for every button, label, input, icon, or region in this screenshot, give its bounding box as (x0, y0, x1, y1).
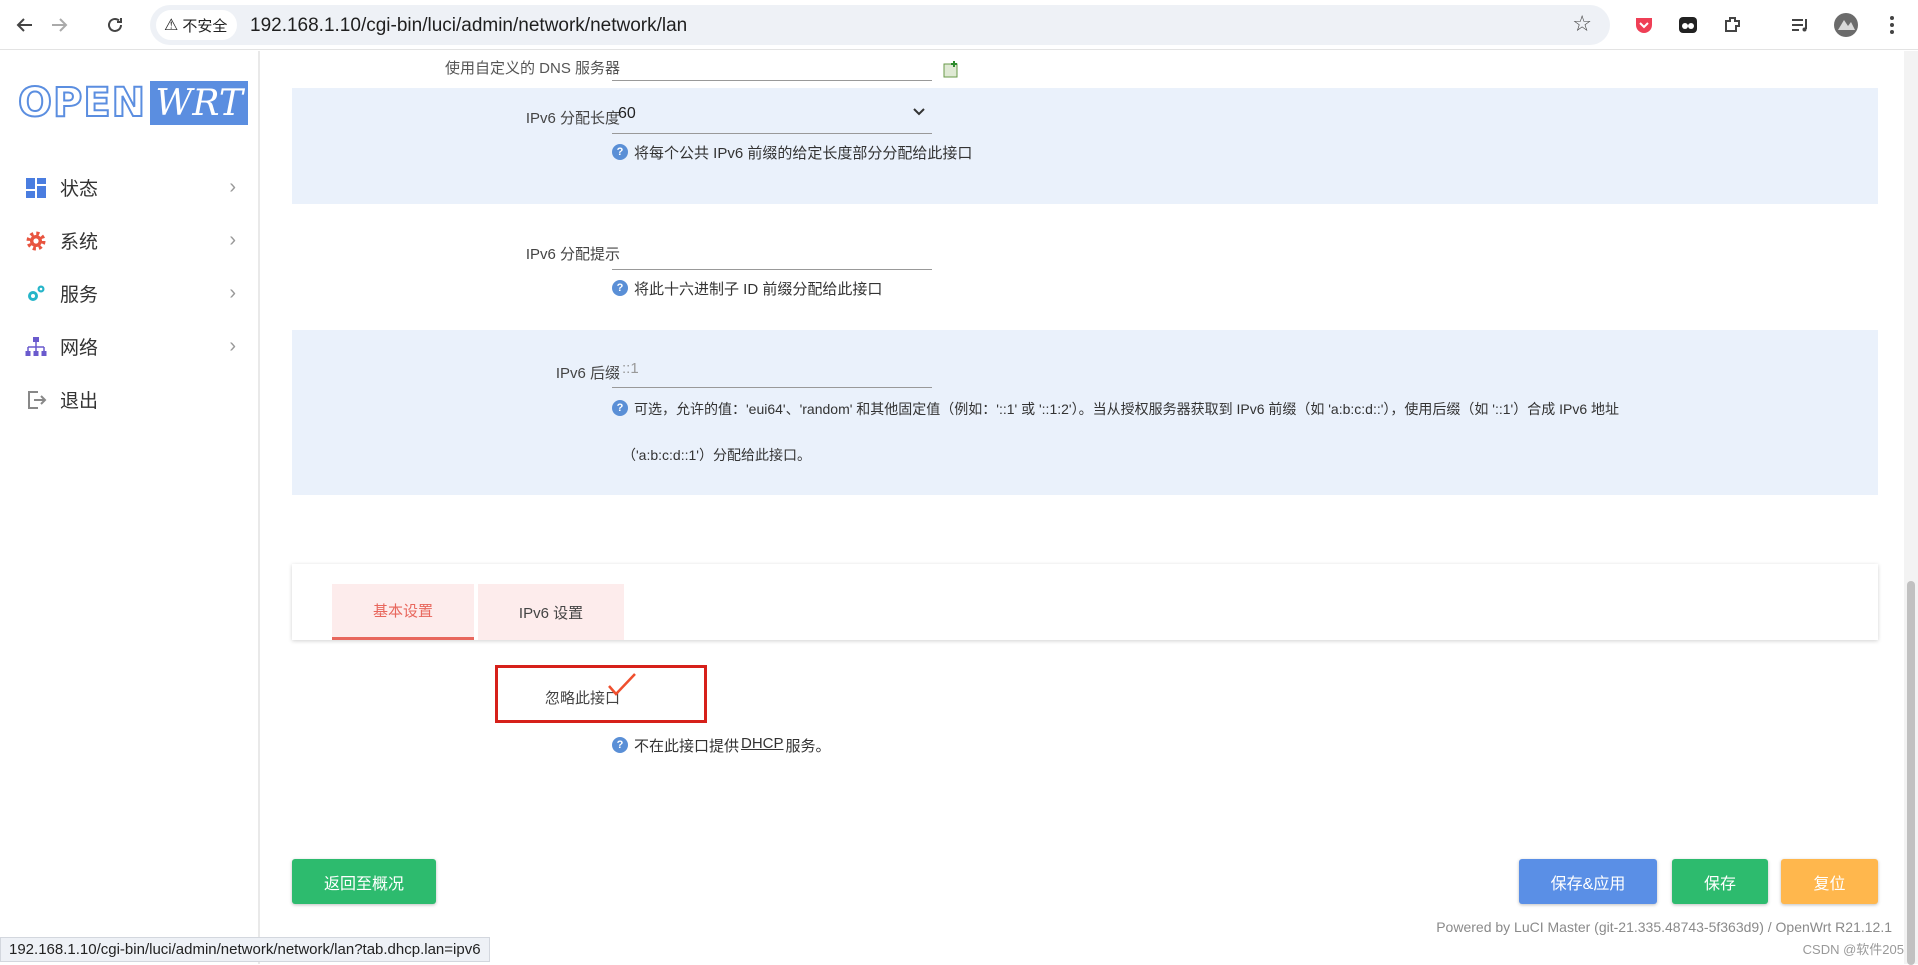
sidebar-item-status[interactable]: 状态 › (0, 161, 258, 214)
hint-prefix: 不在此接口提供 (634, 738, 740, 755)
ipv6-assign-hint-hint: ? 将此十六进制子 ID 前缀分配给此接口 (612, 278, 882, 299)
help-icon: ? (612, 144, 628, 160)
openwrt-logo[interactable]: OPEN WRT (17, 80, 249, 126)
chevron-right-icon: › (229, 176, 236, 198)
dhcp-tabs: 基本设置 IPv6 设置 (292, 564, 1878, 640)
ipv6-assign-length-row: IPv6 分配长度 60 ? 将每个公共 IPv6 前缀的给定长度部分分配给此接… (292, 88, 1878, 204)
logo-open-text: OPEN (17, 80, 147, 126)
ipv6-assign-length-hint: ? 将每个公共 IPv6 前缀的给定长度部分分配给此接口 (612, 142, 972, 163)
reset-button[interactable]: 复位 (1781, 859, 1878, 904)
add-entry-icon[interactable] (942, 61, 960, 84)
security-label: 不安全 (182, 17, 228, 35)
dns-input[interactable] (612, 49, 932, 81)
network-icon (24, 335, 48, 359)
ignore-interface-hint: ? 不在此接口提供 DHCP 服务。 (612, 735, 831, 756)
scrollbar-thumb[interactable] (1907, 581, 1915, 965)
services-gears-icon (24, 282, 48, 306)
ipv6-suffix-label: IPv6 后缀 (555, 365, 620, 382)
gear-icon (24, 229, 48, 253)
hint-text: 将每个公共 IPv6 前缀的给定长度部分分配给此接口 (634, 145, 973, 162)
security-chip[interactable]: ⚠ 不安全 (156, 10, 238, 40)
footer-powered-by: Powered by LuCI Master (git-21.335.48743… (1436, 919, 1892, 935)
sidebar-item-label: 系统 (60, 232, 99, 253)
ipv6-assign-length-select[interactable]: 60 (612, 94, 932, 134)
save-button[interactable]: 保存 (1672, 859, 1768, 904)
ipv6-assign-hint-input[interactable] (612, 230, 932, 270)
ipv6-assign-hint-row: IPv6 分配提示 ? 将此十六进制子 ID 前缀分配给此接口 (292, 204, 1878, 322)
dns-row: 使用自定义的 DNS 服务器 (292, 11, 1878, 83)
dashboard-icon (24, 176, 48, 200)
page-scrollbar[interactable] (1904, 51, 1918, 965)
link-status-url: 192.168.1.10/cgi-bin/luci/admin/network/… (0, 937, 490, 962)
csdn-watermark: CSDN @软件205 (1802, 942, 1904, 957)
tab-basic-settings[interactable]: 基本设置 (332, 584, 474, 640)
help-icon: ? (612, 400, 628, 416)
logout-icon (24, 388, 48, 412)
highlight-annotation-box (495, 665, 707, 723)
tab-ipv6-settings[interactable]: IPv6 设置 (478, 584, 624, 640)
sidebar: OPEN WRT 状态 › 系统 › 服务 › 网络 › 退出 (0, 51, 260, 964)
help-icon: ? (612, 737, 628, 753)
hint-text: 将此十六进制子 ID 前缀分配给此接口 (634, 281, 883, 298)
dns-label: 使用自定义的 DNS 服务器 (444, 60, 620, 77)
sidebar-item-logout[interactable]: 退出 (0, 373, 258, 426)
sidebar-item-system[interactable]: 系统 › (0, 214, 258, 267)
ipv6-assign-length-label: IPv6 分配长度 (525, 110, 620, 127)
logo-wrt-text: WRT (150, 81, 249, 125)
hint-suffix: 服务。 (785, 738, 831, 755)
ipv6-assign-hint-label: IPv6 分配提示 (525, 246, 620, 263)
ipv6-suffix-input[interactable]: ::1 (612, 348, 932, 388)
sidebar-item-network[interactable]: 网络 › (0, 320, 258, 373)
chevron-right-icon: › (229, 229, 236, 251)
sidebar-item-label: 网络 (60, 338, 99, 359)
chevron-right-icon: › (229, 335, 236, 357)
ipv6-suffix-hint: ? 可选，允许的值：'eui64'、'random' 和其他固定值（例如：'::… (612, 398, 1862, 466)
hint-text-continued: （'a:b:c:d::1'）分配给此接口。 (622, 447, 811, 463)
chevron-right-icon: › (229, 282, 236, 304)
select-value: 60 (618, 105, 636, 122)
reload-icon[interactable] (98, 8, 132, 42)
sidebar-item-label: 状态 (60, 179, 99, 200)
forward-arrow-icon[interactable] (42, 8, 76, 42)
back-arrow-icon[interactable] (8, 8, 42, 42)
chevron-down-icon (912, 105, 926, 133)
back-to-overview-button[interactable]: 返回至概况 (292, 859, 436, 904)
more-menu-icon[interactable] (1876, 9, 1908, 41)
sidebar-item-services[interactable]: 服务 › (0, 267, 258, 320)
ipv6-suffix-row: IPv6 后缀 ::1 ? 可选，允许的值：'eui64'、'random' 和… (292, 330, 1878, 495)
dhcp-link[interactable]: DHCP (741, 735, 784, 752)
main-content: 使用自定义的 DNS 服务器 IPv6 分配长度 60 ? 将每个公共 IPv6… (262, 51, 1918, 964)
sidebar-item-label: 退出 (60, 391, 99, 412)
save-apply-button[interactable]: 保存&应用 (1519, 859, 1657, 904)
hint-text: 可选，允许的值：'eui64'、'random' 和其他固定值（例如：'::1'… (634, 401, 1620, 417)
sidebar-menu: 状态 › 系统 › 服务 › 网络 › 退出 (0, 161, 258, 426)
help-icon: ? (612, 280, 628, 296)
warning-icon: ⚠ (164, 17, 179, 34)
sidebar-item-label: 服务 (60, 285, 99, 306)
